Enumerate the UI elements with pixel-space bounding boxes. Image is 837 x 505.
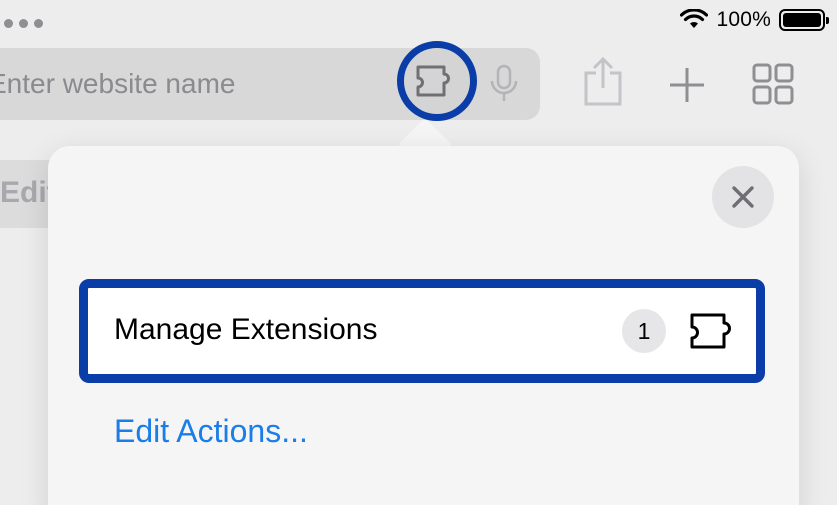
status-bar: 100% — [0, 0, 837, 40]
microphone-icon[interactable] — [489, 64, 519, 104]
address-input[interactable]: Enter website name — [0, 68, 390, 100]
puzzle-icon — [690, 313, 731, 349]
more-dots-icon[interactable] — [4, 19, 43, 28]
tab-overview-icon[interactable] — [752, 63, 794, 105]
address-placeholder: Enter website name — [0, 68, 236, 99]
safari-screen: 100% Enter website name Edit Manage Exte… — [0, 0, 837, 505]
edit-actions-link[interactable]: Edit Actions... — [114, 413, 308, 450]
wifi-icon — [680, 9, 709, 28]
share-icon[interactable] — [582, 57, 624, 107]
extensions-button[interactable] — [397, 41, 477, 121]
battery-icon — [779, 9, 829, 31]
manage-extensions-label: Manage Extensions — [114, 313, 378, 346]
extensions-puzzle-icon — [416, 65, 450, 97]
close-button[interactable] — [712, 166, 774, 228]
extension-count-badge: 1 — [622, 309, 666, 353]
status-indicators: 100% — [680, 8, 829, 32]
manage-extensions-button[interactable]: Manage Extensions 1 — [79, 279, 765, 383]
add-tab-icon[interactable] — [668, 66, 706, 104]
battery-percent: 100% — [716, 8, 771, 31]
close-icon — [732, 186, 754, 208]
